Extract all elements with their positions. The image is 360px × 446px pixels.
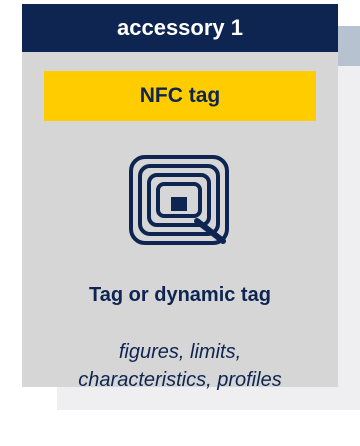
accessory-header: accessory 1: [22, 4, 338, 52]
description-line-2: characteristics, profiles: [78, 369, 282, 391]
nfc-tag-icon: [129, 155, 229, 245]
tag-description: figures, limits, characteristics, profil…: [22, 338, 338, 394]
nfc-tag-badge: NFC tag: [44, 71, 316, 121]
accessory-card: accessory 1 NFC tag Tag or dynamic tag f…: [22, 4, 338, 391]
tag-title: Tag or dynamic tag: [89, 284, 271, 306]
description-line-1: figures, limits,: [118, 341, 242, 363]
diagram-stage: accessory 1 NFC tag Tag or dynamic tag f…: [0, 0, 360, 446]
